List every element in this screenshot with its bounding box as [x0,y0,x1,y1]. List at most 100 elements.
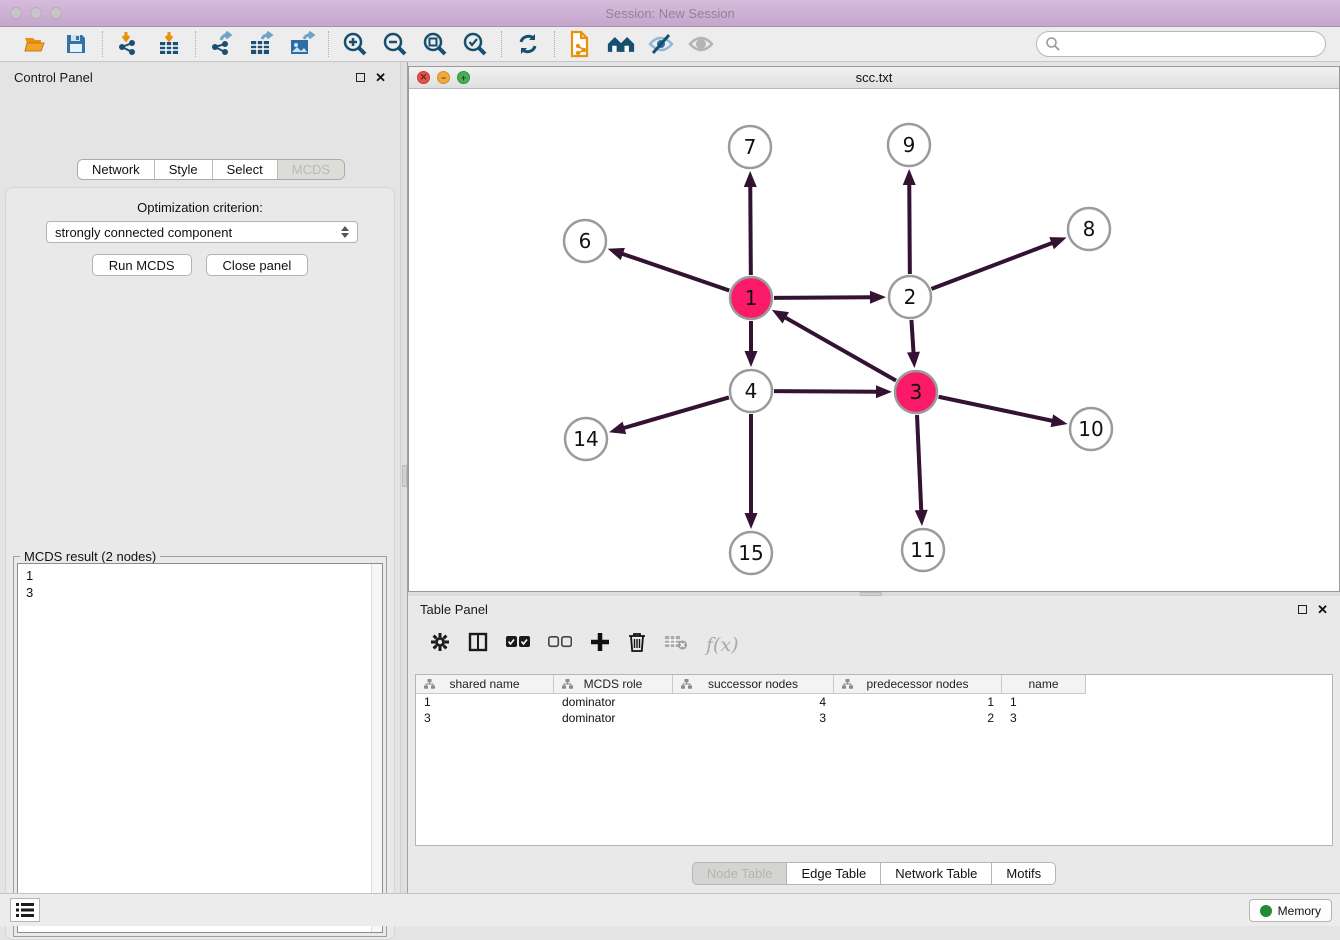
network-view-window: ✕ − + scc.txt 7968124314101511 [408,66,1340,592]
save-session-icon[interactable] [62,30,90,58]
window-titlebar: Session: New Session [0,0,1340,27]
clear-checkboxes-icon[interactable] [548,635,572,654]
result-scrollbar[interactable] [371,564,382,932]
zoom-selected-icon[interactable] [461,30,489,58]
tab-motifs[interactable]: Motifs [992,862,1056,885]
table-body[interactable]: 1dominator4113dominator323 [416,694,1332,726]
tab-node-table[interactable]: Node Table [692,862,788,885]
table-header-row[interactable]: shared nameMCDS rolesuccessor nodesprede… [416,675,1332,694]
column-header-successor-nodes[interactable]: successor nodes [673,675,834,694]
table-row[interactable]: 1dominator411 [416,694,1332,710]
control-panel-tabs: Network Style Select MCDS [77,159,345,180]
optimization-criterion-label: Optimization criterion: [6,200,394,215]
gear-icon[interactable] [430,632,450,657]
zoom-in-icon[interactable] [341,30,369,58]
show-all-icon[interactable] [687,30,715,58]
arrowhead-4-3 [876,385,892,398]
import-network-icon[interactable] [115,30,143,58]
criterion-select[interactable]: strongly connected component [46,221,358,243]
table-toolbar: f(x) [408,622,1340,665]
tab-select[interactable]: Select [213,160,278,179]
column-header-predecessor-nodes[interactable]: predecessor nodes [834,675,1002,694]
control-panel-title: Control Panel [14,70,93,85]
edge-4-14[interactable] [622,397,728,428]
column-type-icon [681,679,692,689]
table-cell[interactable]: 4 [673,694,834,710]
table-cell[interactable]: 1 [416,694,554,710]
select-all-checkboxes-icon[interactable] [506,635,530,654]
edge-2-3[interactable] [911,320,913,354]
delete-column-icon[interactable] [628,632,646,657]
import-table-icon[interactable] [155,30,183,58]
tab-style[interactable]: Style [155,160,213,179]
tab-network-table[interactable]: Network Table [881,862,992,885]
column-type-icon [424,679,435,689]
arrowhead-3-10 [1051,414,1068,427]
table-cell[interactable]: 3 [416,710,554,726]
graph-node-label-7: 7 [744,135,757,159]
chevron-updown-icon [341,226,349,238]
edge-1-2[interactable] [774,297,872,298]
add-column-icon[interactable] [590,632,610,657]
table-cell[interactable]: 2 [834,710,1002,726]
open-file-icon[interactable] [22,30,50,58]
export-table-icon[interactable] [248,30,276,58]
edge-3-10[interactable] [939,397,1054,421]
close-panel-button[interactable]: Close panel [206,254,309,276]
column-type-icon [562,679,573,689]
export-image-icon[interactable] [288,30,316,58]
tab-edge-table[interactable]: Edge Table [787,862,881,885]
column-header-shared-name[interactable]: shared name [416,675,554,694]
run-mcds-button[interactable]: Run MCDS [92,254,192,276]
network-window-title: scc.txt [409,70,1339,85]
table-row[interactable]: 3dominator323 [416,710,1332,726]
table-cell[interactable]: 3 [1002,710,1086,726]
split-columns-icon[interactable] [468,632,488,657]
float-panel-icon[interactable] [356,73,365,82]
network-window-titlebar[interactable]: ✕ − + scc.txt [409,67,1339,89]
close-panel-icon[interactable]: ✕ [375,71,386,84]
zoom-fit-icon[interactable] [421,30,449,58]
home-icon[interactable] [607,30,635,58]
task-history-button[interactable] [10,898,40,922]
hide-selected-icon[interactable] [647,30,675,58]
table-cell[interactable]: dominator [554,694,673,710]
float-table-panel-icon[interactable] [1298,605,1307,614]
export-network-icon[interactable] [208,30,236,58]
clone-network-icon[interactable] [567,30,595,58]
mcds-result-lines: 1 3 [18,564,382,601]
tab-network[interactable]: Network [78,160,155,179]
table-cell[interactable]: 1 [1002,694,1086,710]
edge-4-3[interactable] [774,391,878,392]
graph-node-label-9: 9 [903,133,916,157]
vertical-splitter[interactable] [400,62,408,893]
tab-mcds[interactable]: MCDS [278,160,344,179]
delete-table-icon [664,633,688,656]
node-table[interactable]: shared nameMCDS rolesuccessor nodesprede… [415,674,1333,846]
table-tabs: Node Table Edge Table Network Table Moti… [408,862,1340,885]
zoom-out-icon[interactable] [381,30,409,58]
memory-button[interactable]: Memory [1249,899,1332,922]
list-icon [16,903,34,917]
close-table-panel-icon[interactable]: ✕ [1317,603,1328,616]
arrowhead-4-15 [745,513,758,529]
mcds-result-group: MCDS result (2 nodes) 1 3 [13,556,387,937]
table-cell[interactable]: 1 [834,694,1002,710]
column-header-MCDS-role[interactable]: MCDS role [554,675,673,694]
edge-1-7[interactable] [750,185,751,275]
edge-2-8[interactable] [932,242,1054,288]
mcds-result-textarea[interactable]: 1 3 [17,563,383,933]
network-canvas[interactable]: 7968124314101511 [409,89,1339,591]
edge-3-11[interactable] [917,415,921,512]
memory-status-icon [1260,905,1272,917]
search-input[interactable] [1036,31,1326,57]
column-header-name[interactable]: name [1002,675,1086,694]
network-graph[interactable]: 7968124314101511 [409,89,1339,591]
table-cell[interactable]: 3 [673,710,834,726]
mcds-result-title: MCDS result (2 nodes) [20,549,160,564]
table-cell[interactable]: dominator [554,710,673,726]
edge-1-6[interactable] [621,253,729,290]
edge-2-9[interactable] [909,183,910,274]
edge-3-1[interactable] [784,317,896,381]
refresh-icon[interactable] [514,30,542,58]
